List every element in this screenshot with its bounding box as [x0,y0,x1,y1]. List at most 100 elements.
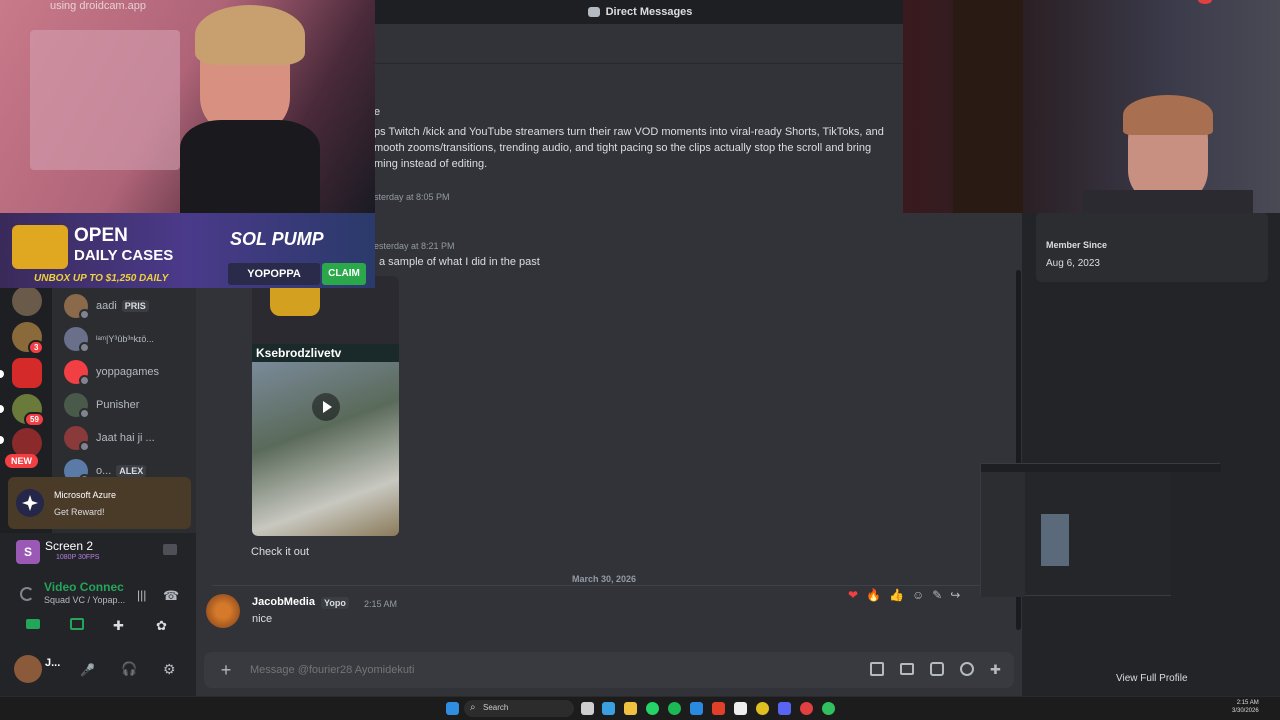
noise-suppression-icon[interactable]: ||| [137,588,146,602]
play-icon[interactable] [312,393,340,421]
signal-icon[interactable] [20,587,34,601]
chrome-alt-icon[interactable] [822,702,835,715]
dm-name: ᴵᵃᵐ|Y³ûb³ⁿkɪö... [96,334,154,344]
member-since-date: Aug 6, 2023 [1046,258,1100,269]
dm-item[interactable]: ᴵᵃᵐ|Y³ûb³ⁿkɪö... [64,324,194,354]
whiteboard [30,30,180,170]
vscode-icon[interactable] [690,702,703,715]
reply-icon[interactable]: ↪ [950,588,960,602]
avatar [64,360,90,386]
discord-taskbar-icon[interactable] [778,702,791,715]
edit-icon[interactable]: ✎ [932,588,942,602]
system-clock[interactable]: 2:15 AM 3/30/2026 [1232,699,1259,715]
window-title: Direct Messages [605,6,693,18]
screen-preview[interactable] [980,463,1221,597]
preview-profile [1171,472,1221,597]
dm-item[interactable]: aadi PRIS [64,291,194,321]
person-shirt [1083,190,1253,213]
reaction-thumbs[interactable]: 👍 [889,588,904,602]
dm-item[interactable]: Punisher [64,390,194,420]
reaction-heart[interactable]: ❤ [848,588,858,602]
headphones-icon[interactable]: 🎧 [121,661,137,677]
message-text: a sample of what I did in the past [379,256,540,268]
webcam-overlay-right [903,0,1280,213]
add-attachment-icon[interactable]: + [216,660,236,680]
server-icon[interactable] [12,358,42,388]
author-tag: Yopo [321,597,349,609]
person-shirt [180,120,320,213]
add-reaction-icon[interactable]: ☺ [912,588,924,602]
taskbar-search[interactable]: ⌕ Search [464,700,574,717]
taskview-icon[interactable] [581,702,594,715]
member-since-label: Member Since [1046,240,1108,250]
message-text: ps Twitch /kick and YouTube streamers tu… [374,126,884,138]
taskbar: ⌕ Search 2:15 AM 3/30/2026 [0,696,1280,720]
brave-icon[interactable] [712,702,725,715]
dm-tag: PRIS [121,300,149,312]
quest-action[interactable]: Get Reward! [54,507,105,517]
dm-name: Punisher [96,399,140,411]
unread-badge: 3 [28,340,45,355]
author-avatar[interactable] [206,594,240,628]
reaction-fire[interactable]: 🔥 [866,588,881,602]
disconnect-icon[interactable]: ☎ [163,588,179,604]
person-hair [195,5,305,65]
search-label: Search [483,703,509,712]
promo-subline: UNBOX UP TO $1,250 DAILY [34,273,169,284]
server-icon[interactable] [12,286,42,316]
settings-gear-icon[interactable]: ⚙ [163,661,176,678]
soundboard-icon[interactable]: ✿ [156,618,167,634]
start-icon[interactable] [446,702,459,715]
server-indicator [0,370,4,378]
view-full-profile-button[interactable]: View Full Profile [1116,673,1188,684]
message-toolbar: ❤ 🔥 👍 ☺ ✎ ↪ [848,584,982,606]
sticker-icon[interactable] [930,662,944,676]
gift-icon[interactable] [870,662,884,676]
mic-icon[interactable]: 🎤 [80,663,95,677]
voice-status: Video Connected [44,580,124,594]
preview-titlebar [981,464,1221,472]
dm-tag: ALEX [116,465,147,477]
video-thumb-scene [252,362,399,536]
apps-icon[interactable]: ✚ [990,662,1001,678]
chrome-icon[interactable] [756,702,769,715]
camera-icon[interactable] [26,619,40,629]
preview-sidebar [981,472,1025,597]
bookshelf [953,0,1023,213]
promo-code: YOPOPPA [228,263,320,285]
spotify-icon[interactable] [668,702,681,715]
share-screen-icon[interactable] [70,618,84,630]
activities-icon[interactable]: ✚ [113,618,124,634]
video-attachment[interactable]: Ksebrodzlivetv [252,276,399,536]
voice-channel[interactable]: Squad VC / Yopap... [44,595,125,605]
claim-button[interactable]: CLAIM [322,263,366,285]
screen-share-icon: S [16,540,40,564]
timestamp: sterday at 8:05 PM [374,192,450,202]
server-icon[interactable]: 59 [12,394,45,427]
gif-icon[interactable] [900,663,914,675]
capcut-icon[interactable] [734,702,747,715]
explorer-icon[interactable] [624,702,637,715]
promo-banner[interactable]: OPEN DAILY CASES UNBOX UP TO $1,250 DAIL… [0,213,375,288]
copilot-icon[interactable] [602,702,615,715]
whatsapp-icon[interactable] [646,702,659,715]
message-input[interactable] [250,660,810,680]
quest-card[interactable]: Microsoft Azure Get Reward! [8,477,191,529]
unread-badge: 59 [24,412,45,427]
discord-icon [587,7,600,17]
dm-item[interactable]: Jaat hai ji ... [64,423,194,453]
emoji-icon[interactable] [960,662,974,676]
obs-icon[interactable] [800,702,813,715]
live-light [1198,0,1212,4]
stop-stream-icon[interactable] [163,544,177,555]
treasure-chest-icon [12,225,68,269]
dm-name: aadi [96,300,117,312]
dm-item[interactable]: yoppagames [64,357,194,387]
avatar [64,327,90,353]
timestamp: esterday at 8:21 PM [374,241,455,251]
user-avatar[interactable] [14,655,42,683]
server-icon[interactable]: 3 [12,322,45,355]
dm-name: yoppagames [96,366,159,378]
author-name[interactable]: JacobMedia [252,596,315,608]
new-badge: NEW [5,454,38,468]
